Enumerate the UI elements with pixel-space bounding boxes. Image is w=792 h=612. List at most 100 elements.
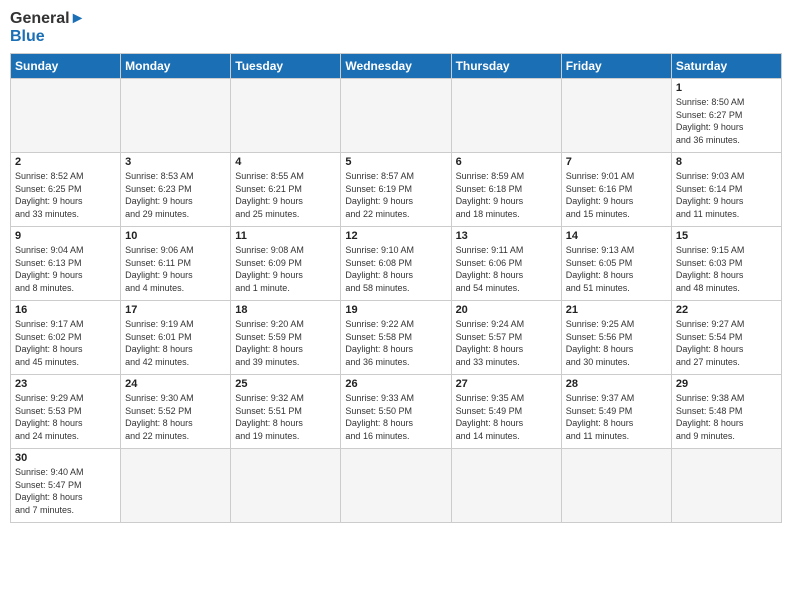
calendar-day-header: Monday bbox=[121, 54, 231, 79]
calendar-cell bbox=[451, 79, 561, 153]
calendar-cell: 27 Sunrise: 9:35 AM Sunset: 5:49 PM Dayli… bbox=[451, 375, 561, 449]
day-number: 9 bbox=[15, 230, 116, 242]
day-number: 3 bbox=[125, 156, 226, 168]
day-info: Sunrise: 9:25 AM Sunset: 5:56 PM Dayligh… bbox=[566, 318, 667, 368]
day-number: 4 bbox=[235, 156, 336, 168]
calendar-cell bbox=[231, 449, 341, 523]
day-info: Sunrise: 9:06 AM Sunset: 6:11 PM Dayligh… bbox=[125, 244, 226, 294]
calendar-cell: 7Sunrise: 9:01 AM Sunset: 6:16 PM Daylig… bbox=[561, 153, 671, 227]
calendar-cell: 28 Sunrise: 9:37 AM Sunset: 5:49 PM Dayli… bbox=[561, 375, 671, 449]
day-number: 21 bbox=[566, 304, 667, 316]
calendar-day-header: Sunday bbox=[11, 54, 121, 79]
calendar-cell bbox=[671, 449, 781, 523]
logo: General► Blue bbox=[10, 10, 85, 45]
day-info: Sunrise: 9:33 AM Sunset: 5:50 PM Dayligh… bbox=[345, 392, 446, 442]
calendar-cell: 29 Sunrise: 9:38 AM Sunset: 5:48 PM Dayli… bbox=[671, 375, 781, 449]
calendar-header-row: SundayMondayTuesdayWednesdayThursdayFrid… bbox=[11, 54, 782, 79]
day-info: Sunrise: 8:57 AM Sunset: 6:19 PM Dayligh… bbox=[345, 170, 446, 220]
day-info: Sunrise: 8:59 AM Sunset: 6:18 PM Dayligh… bbox=[456, 170, 557, 220]
day-number: 20 bbox=[456, 304, 557, 316]
calendar-cell: 13 Sunrise: 9:11 AM Sunset: 6:06 PM Dayli… bbox=[451, 227, 561, 301]
day-number: 15 bbox=[676, 230, 777, 242]
day-info: Sunrise: 9:38 AM Sunset: 5:48 PM Dayligh… bbox=[676, 392, 777, 442]
calendar-cell: 3 Sunrise: 8:53 AM Sunset: 6:23 PM Daylig… bbox=[121, 153, 231, 227]
day-number: 22 bbox=[676, 304, 777, 316]
calendar-cell: 22Sunrise: 9:27 AM Sunset: 5:54 PM Dayli… bbox=[671, 301, 781, 375]
calendar-cell bbox=[561, 449, 671, 523]
day-info: Sunrise: 9:13 AM Sunset: 6:05 PM Dayligh… bbox=[566, 244, 667, 294]
calendar-day-header: Thursday bbox=[451, 54, 561, 79]
calendar-cell: 6 Sunrise: 8:59 AM Sunset: 6:18 PM Daylig… bbox=[451, 153, 561, 227]
day-info: Sunrise: 9:10 AM Sunset: 6:08 PM Dayligh… bbox=[345, 244, 446, 294]
calendar-day-header: Wednesday bbox=[341, 54, 451, 79]
day-number: 30 bbox=[15, 452, 116, 464]
day-number: 11 bbox=[235, 230, 336, 242]
day-number: 10 bbox=[125, 230, 226, 242]
day-info: Sunrise: 9:19 AM Sunset: 6:01 PM Dayligh… bbox=[125, 318, 226, 368]
day-info: Sunrise: 9:29 AM Sunset: 5:53 PM Dayligh… bbox=[15, 392, 116, 442]
day-number: 19 bbox=[345, 304, 446, 316]
calendar-cell bbox=[451, 449, 561, 523]
calendar-cell: 25 Sunrise: 9:32 AM Sunset: 5:51 PM Dayli… bbox=[231, 375, 341, 449]
day-number: 29 bbox=[676, 378, 777, 390]
day-info: Sunrise: 9:17 AM Sunset: 6:02 PM Dayligh… bbox=[15, 318, 116, 368]
day-number: 1 bbox=[676, 82, 777, 94]
day-number: 8 bbox=[676, 156, 777, 168]
calendar-table: SundayMondayTuesdayWednesdayThursdayFrid… bbox=[10, 53, 782, 523]
calendar-cell bbox=[231, 79, 341, 153]
calendar-cell: 18 Sunrise: 9:20 AM Sunset: 5:59 PM Dayli… bbox=[231, 301, 341, 375]
day-info: Sunrise: 9:37 AM Sunset: 5:49 PM Dayligh… bbox=[566, 392, 667, 442]
day-info: Sunrise: 8:52 AM Sunset: 6:25 PM Dayligh… bbox=[15, 170, 116, 220]
day-info: Sunrise: 9:32 AM Sunset: 5:51 PM Dayligh… bbox=[235, 392, 336, 442]
calendar-cell: 5 Sunrise: 8:57 AM Sunset: 6:19 PM Daylig… bbox=[341, 153, 451, 227]
calendar-cell bbox=[121, 79, 231, 153]
day-number: 23 bbox=[15, 378, 116, 390]
calendar-cell: 2 Sunrise: 8:52 AM Sunset: 6:25 PM Daylig… bbox=[11, 153, 121, 227]
page-header: General► Blue bbox=[10, 10, 782, 45]
calendar-cell: 30 Sunrise: 9:40 AM Sunset: 5:47 PM Dayli… bbox=[11, 449, 121, 523]
day-number: 18 bbox=[235, 304, 336, 316]
day-info: Sunrise: 9:08 AM Sunset: 6:09 PM Dayligh… bbox=[235, 244, 336, 294]
calendar-cell: 16Sunrise: 9:17 AM Sunset: 6:02 PM Dayli… bbox=[11, 301, 121, 375]
calendar-cell bbox=[341, 79, 451, 153]
day-number: 2 bbox=[15, 156, 116, 168]
day-info: Sunrise: 9:11 AM Sunset: 6:06 PM Dayligh… bbox=[456, 244, 557, 294]
day-number: 13 bbox=[456, 230, 557, 242]
day-info: Sunrise: 9:20 AM Sunset: 5:59 PM Dayligh… bbox=[235, 318, 336, 368]
calendar-cell: 9 Sunrise: 9:04 AM Sunset: 6:13 PM Daylig… bbox=[11, 227, 121, 301]
day-info: Sunrise: 9:15 AM Sunset: 6:03 PM Dayligh… bbox=[676, 244, 777, 294]
calendar-cell: 19Sunrise: 9:22 AM Sunset: 5:58 PM Dayli… bbox=[341, 301, 451, 375]
calendar-cell bbox=[341, 449, 451, 523]
day-info: Sunrise: 8:50 AM Sunset: 6:27 PM Dayligh… bbox=[676, 96, 777, 146]
calendar-cell: 10 Sunrise: 9:06 AM Sunset: 6:11 PM Dayli… bbox=[121, 227, 231, 301]
day-number: 6 bbox=[456, 156, 557, 168]
calendar-cell: 17 Sunrise: 9:19 AM Sunset: 6:01 PM Dayli… bbox=[121, 301, 231, 375]
calendar-cell: 11 Sunrise: 9:08 AM Sunset: 6:09 PM Dayli… bbox=[231, 227, 341, 301]
day-number: 12 bbox=[345, 230, 446, 242]
calendar-cell bbox=[561, 79, 671, 153]
day-number: 5 bbox=[345, 156, 446, 168]
calendar-cell bbox=[121, 449, 231, 523]
calendar-cell: 20Sunrise: 9:24 AM Sunset: 5:57 PM Dayli… bbox=[451, 301, 561, 375]
calendar-cell: 26 Sunrise: 9:33 AM Sunset: 5:50 PM Dayli… bbox=[341, 375, 451, 449]
calendar-cell: 12 Sunrise: 9:10 AM Sunset: 6:08 PM Dayli… bbox=[341, 227, 451, 301]
day-info: Sunrise: 9:01 AM Sunset: 6:16 PM Dayligh… bbox=[566, 170, 667, 220]
calendar-day-header: Saturday bbox=[671, 54, 781, 79]
day-info: Sunrise: 8:55 AM Sunset: 6:21 PM Dayligh… bbox=[235, 170, 336, 220]
day-info: Sunrise: 9:40 AM Sunset: 5:47 PM Dayligh… bbox=[15, 466, 116, 516]
day-number: 26 bbox=[345, 378, 446, 390]
calendar-day-header: Tuesday bbox=[231, 54, 341, 79]
calendar-cell bbox=[11, 79, 121, 153]
calendar-cell: 1 Sunrise: 8:50 AM Sunset: 6:27 PM Daylig… bbox=[671, 79, 781, 153]
day-info: Sunrise: 9:35 AM Sunset: 5:49 PM Dayligh… bbox=[456, 392, 557, 442]
day-number: 25 bbox=[235, 378, 336, 390]
day-number: 14 bbox=[566, 230, 667, 242]
day-info: Sunrise: 9:04 AM Sunset: 6:13 PM Dayligh… bbox=[15, 244, 116, 294]
day-info: Sunrise: 8:53 AM Sunset: 6:23 PM Dayligh… bbox=[125, 170, 226, 220]
day-number: 24 bbox=[125, 378, 226, 390]
calendar-cell: 4 Sunrise: 8:55 AM Sunset: 6:21 PM Daylig… bbox=[231, 153, 341, 227]
day-number: 27 bbox=[456, 378, 557, 390]
day-info: Sunrise: 9:30 AM Sunset: 5:52 PM Dayligh… bbox=[125, 392, 226, 442]
day-number: 17 bbox=[125, 304, 226, 316]
day-number: 28 bbox=[566, 378, 667, 390]
